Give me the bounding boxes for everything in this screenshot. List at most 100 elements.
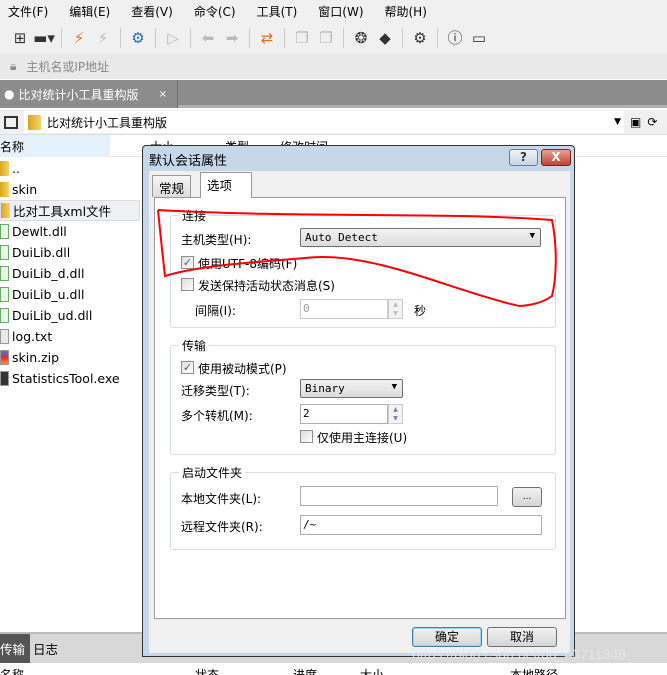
local-folder-input[interactable]	[300, 486, 498, 506]
exe-file-icon	[0, 371, 9, 386]
open-folder-icon[interactable]: ▬▾	[33, 28, 55, 48]
copy-icon[interactable]: ❐	[292, 28, 312, 48]
session-tab-label: 比对统计小工具重构版	[18, 87, 139, 102]
transfer-list-header: 名称 状态 进度 大小 本地路径	[0, 664, 667, 675]
toggle-pane-icon[interactable]	[4, 115, 18, 129]
transfer-type-label: 迁移类型(T):	[181, 384, 250, 398]
column-status[interactable]: 状态	[195, 666, 219, 675]
toolbar-divider	[190, 27, 191, 48]
file-row[interactable]: ..	[0, 158, 140, 179]
column-size[interactable]: 大小	[360, 666, 384, 675]
utf8-checkbox[interactable]: ✓	[181, 256, 194, 269]
file-row[interactable]: Dewlt.dll	[0, 221, 140, 242]
session-settings-icon[interactable]: ⚙	[128, 28, 148, 48]
address-placeholder: 主机名或IP地址	[26, 59, 110, 74]
menu-command[interactable]: 命令(C)	[194, 3, 236, 20]
help-button[interactable]: ?	[509, 149, 538, 166]
gear-icon[interactable]: ⚙	[410, 28, 430, 48]
menu-edit[interactable]: 编辑(E)	[69, 3, 110, 20]
menu-window[interactable]: 窗口(W)	[318, 3, 363, 20]
multi-transfer-spinner[interactable]: ▲ ▼	[388, 404, 403, 424]
multi-transfer-input[interactable]: 2	[300, 404, 388, 424]
file-row[interactable]: DuiLib_d.dll	[0, 263, 140, 284]
feedback-icon[interactable]: ▭	[469, 28, 489, 48]
dialog-body: 常规 选项 连接 主机类型(H): Auto Detect ▼ ✓ 使用UTF-8…	[149, 171, 570, 653]
tab-log[interactable]: 日志	[33, 634, 58, 663]
column-name[interactable]: 名称	[0, 138, 24, 155]
transfer-type-select[interactable]: Binary ▼	[300, 379, 403, 398]
tab-general[interactable]: 常规	[152, 175, 192, 197]
path-combo[interactable]: 比对统计小工具重构版 ▼	[24, 111, 624, 133]
host-type-select[interactable]: Auto Detect ▼	[300, 228, 541, 247]
file-row[interactable]: DuiLib_ud.dll	[0, 305, 140, 326]
cancel-button[interactable]: 取消	[487, 627, 557, 647]
startup-legend: 启动文件夹	[179, 464, 246, 481]
folder-icon	[28, 114, 41, 130]
dialog-title: 默认会话属性	[149, 154, 228, 169]
forward-icon[interactable]: ➡	[222, 28, 242, 48]
keepalive-checkbox[interactable]	[181, 278, 194, 291]
play-icon[interactable]: ▷	[163, 28, 183, 48]
chevron-down-icon[interactable]: ▼	[614, 117, 621, 127]
primary-only-label: 仅使用主连接(U)	[317, 431, 408, 445]
tab-status-dot-icon: ●	[4, 87, 15, 101]
xftp-icon[interactable]: ◆	[375, 28, 395, 48]
path-bar: 比对统计小工具重构版 ▼ ▣ ⟳	[0, 110, 667, 135]
dll-file-icon	[0, 245, 9, 260]
tab-transfer[interactable]: 传输	[0, 634, 30, 663]
disconnect-icon[interactable]: ⚡	[93, 28, 113, 48]
toolbar-divider	[61, 27, 62, 48]
refresh-icon[interactable]: ⟳	[647, 115, 657, 129]
column-name[interactable]: 名称	[0, 666, 24, 675]
file-name: StatisticsTool.exe	[12, 371, 120, 386]
file-row[interactable]: skin	[0, 179, 140, 200]
file-row[interactable]: DuiLib_u.dll	[0, 284, 140, 305]
interval-input[interactable]: 0	[300, 299, 388, 319]
xshell-icon[interactable]: ❂	[351, 28, 371, 48]
address-bar[interactable]: 🔒︎ 主机名或IP地址	[0, 53, 667, 79]
remote-folder-input[interactable]: /~	[300, 515, 542, 535]
parent-folder-icon[interactable]: ▣	[630, 115, 641, 129]
help-icon[interactable]: ⓘ	[445, 28, 465, 48]
paste-icon[interactable]: ❐	[316, 28, 336, 48]
browse-button[interactable]: ...	[512, 487, 542, 507]
remote-folder-label: 远程文件夹(R):	[181, 520, 263, 534]
file-row[interactable]: log.txt	[0, 326, 140, 347]
file-row[interactable]: DuiLib.dll	[0, 242, 140, 263]
column-local-path[interactable]: 本地路径	[510, 666, 558, 675]
multi-transfer-label: 多个转机(M):	[181, 409, 253, 423]
connection-legend: 连接	[179, 207, 210, 224]
file-name: skin	[12, 182, 38, 197]
menu-tools[interactable]: 工具(T)	[257, 3, 298, 20]
menu-bar: 文件(F) 编辑(E) 查看(V) 命令(C) 工具(T) 窗口(W) 帮助(H…	[0, 0, 667, 22]
dll-file-icon	[0, 308, 9, 323]
new-session-icon[interactable]: ⊞	[10, 28, 30, 48]
close-button[interactable]: X	[541, 149, 571, 166]
file-row[interactable]: StatisticsTool.exe	[0, 368, 140, 389]
toolbar-divider	[402, 27, 403, 48]
passive-checkbox[interactable]: ✓	[181, 361, 194, 374]
menu-file[interactable]: 文件(F)	[8, 3, 48, 20]
interval-spinner[interactable]: ▲ ▼	[388, 299, 403, 319]
ok-button[interactable]: 确定	[412, 627, 482, 647]
file-row[interactable]: skin.zip	[0, 347, 140, 368]
tab-options[interactable]: 选项	[200, 172, 252, 198]
transfer-icon[interactable]: ⇄	[257, 28, 277, 48]
menu-view[interactable]: 查看(V)	[131, 3, 173, 20]
utf8-label: 使用UTF-8编码(F)	[198, 257, 298, 271]
connect-icon[interactable]: ⚡	[69, 28, 89, 48]
file-name: log.txt	[12, 329, 53, 344]
primary-only-checkbox[interactable]	[300, 430, 313, 443]
folder-file-icon	[0, 161, 9, 176]
txt-file-icon	[0, 329, 9, 344]
lock-icon: 🔒︎	[10, 58, 17, 73]
session-tab[interactable]: ● 比对统计小工具重构版 ×	[0, 80, 178, 108]
file-row[interactable]: 比对工具xml文件	[0, 200, 140, 221]
menu-help[interactable]: 帮助(H)	[385, 3, 427, 20]
column-progress[interactable]: 进度	[293, 666, 317, 675]
back-icon[interactable]: ⬅	[198, 28, 218, 48]
dll-file-icon	[0, 224, 9, 239]
close-tab-icon[interactable]: ×	[159, 89, 167, 100]
folder-file-icon	[0, 182, 9, 197]
chevron-down-icon: ▼	[529, 231, 535, 241]
